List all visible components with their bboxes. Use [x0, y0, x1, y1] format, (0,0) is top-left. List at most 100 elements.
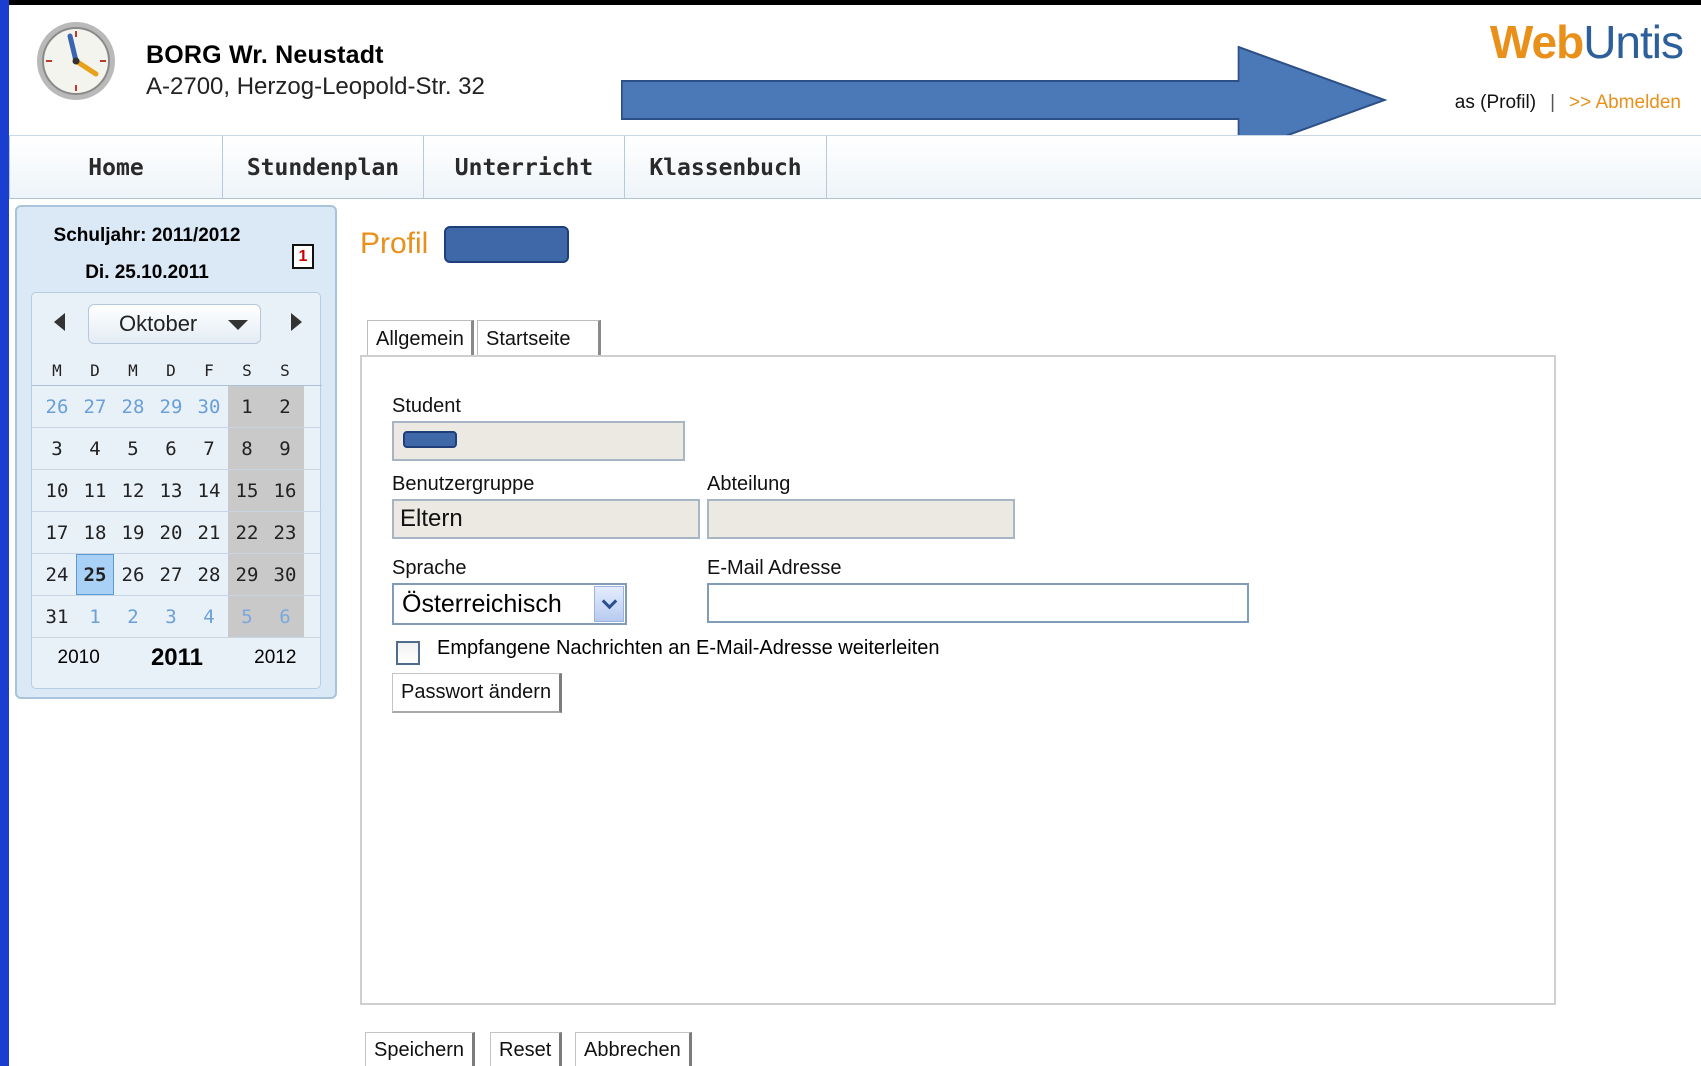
calendar-day[interactable]: 6 [152, 428, 190, 469]
calendar-day[interactable]: 23 [266, 512, 304, 553]
calendar-week-row: 26 27 28 29 30 1 2 [32, 386, 322, 428]
calendar-day[interactable]: 21 [190, 512, 228, 553]
calendar-day[interactable]: 25 [76, 554, 114, 595]
forward-email-checkbox[interactable] [396, 641, 420, 665]
redacted-student-block [403, 431, 457, 448]
group-field[interactable]: Eltern [392, 499, 700, 539]
month-select[interactable]: Oktober [88, 304, 261, 344]
calendar-day[interactable]: 12 [114, 470, 152, 511]
calendar-day[interactable]: 28 [114, 386, 152, 427]
forward-email-label: Empfangene Nachrichten an E-Mail-Adresse… [437, 637, 940, 659]
calendar-day[interactable]: 7 [190, 428, 228, 469]
main-nav: Home Stundenplan Unterricht Klassenbuch [9, 135, 1701, 199]
clock-logo-icon [37, 22, 115, 100]
month-label: Oktober [119, 311, 198, 336]
calendar-day[interactable]: 20 [152, 512, 190, 553]
calendar-panel: Schuljahr: 2011/2012 Di. 25.10.2011 1 Ok… [15, 205, 337, 699]
nav-stundenplan[interactable]: Stundenplan [223, 136, 424, 199]
webuntis-page: BORG Wr. Neustadt A-2700, Herzog-Leopold… [9, 5, 1701, 1066]
language-label: Sprache [392, 557, 467, 579]
calendar-day[interactable]: 27 [76, 386, 114, 427]
student-label: Student [392, 395, 461, 417]
department-field[interactable] [707, 499, 1015, 539]
calendar-day[interactable]: 10 [38, 470, 76, 511]
calendar-day[interactable]: 18 [76, 512, 114, 553]
nav-home[interactable]: Home [9, 136, 223, 199]
year-prev[interactable]: 2010 [58, 647, 100, 669]
student-field[interactable] [392, 421, 685, 461]
next-month-arrow-icon[interactable] [291, 313, 302, 331]
year-selector: 2010 2011 2012 [32, 635, 322, 680]
weekday-label: S [280, 361, 290, 380]
calendar-day[interactable]: 26 [38, 386, 76, 427]
calendar-day[interactable]: 26 [114, 554, 152, 595]
link-separator: | [1550, 92, 1556, 113]
save-button[interactable]: Speichern [365, 1032, 476, 1066]
calendar-week-row: 10 11 12 13 14 15 16 [32, 470, 322, 512]
calendar-day[interactable]: 4 [76, 428, 114, 469]
calendar-day[interactable]: 31 [38, 596, 76, 637]
prev-month-arrow-icon[interactable] [54, 313, 65, 331]
weekday-label: S [242, 361, 252, 380]
calendar-day[interactable]: 3 [38, 428, 76, 469]
cancel-button[interactable]: Abbrechen [575, 1032, 692, 1066]
weekday-header-row: MDMDFSS [32, 356, 322, 386]
calendar-day[interactable]: 1 [76, 596, 114, 637]
calendar-day[interactable]: 29 [152, 386, 190, 427]
calendar-day[interactable]: 17 [38, 512, 76, 553]
calendar-day[interactable]: 15 [228, 470, 266, 511]
tab-startseite[interactable]: Startseite [477, 320, 601, 358]
calendar-day[interactable]: 3 [152, 596, 190, 637]
calendar-day[interactable]: 5 [114, 428, 152, 469]
redacted-name-block [444, 226, 569, 263]
calendar-day[interactable]: 8 [228, 428, 266, 469]
calendar-day[interactable]: 9 [266, 428, 304, 469]
calendar-day[interactable]: 16 [266, 470, 304, 511]
email-field[interactable] [707, 583, 1249, 623]
calendar-day[interactable]: 28 [190, 554, 228, 595]
calendar-day[interactable]: 2 [114, 596, 152, 637]
language-value: Österreichisch [402, 589, 562, 618]
calendar-day[interactable]: 5 [228, 596, 266, 637]
language-select[interactable]: Österreichisch [392, 583, 627, 625]
year-next[interactable]: 2012 [254, 647, 296, 669]
brand-web: Web [1489, 16, 1584, 68]
calendar-day[interactable]: 27 [152, 554, 190, 595]
logout-link[interactable]: >> Abmelden [1569, 92, 1681, 114]
nav-unterricht[interactable]: Unterricht [424, 136, 625, 199]
school-name: BORG Wr. Neustadt [146, 41, 384, 69]
current-date: Di. 25.10.2011 [85, 262, 209, 283]
calendar-day[interactable]: 13 [152, 470, 190, 511]
calendar-day[interactable]: 2 [266, 386, 304, 427]
calendar-week-row: 31 1 2 3 4 5 6 [32, 596, 322, 638]
brand-untis: Untis [1583, 16, 1684, 68]
calendar-day[interactable]: 29 [228, 554, 266, 595]
calendar-day[interactable]: 30 [266, 554, 304, 595]
calendar-day[interactable]: 14 [190, 470, 228, 511]
profile-link[interactable]: as (Profil) [1455, 92, 1536, 114]
calendar-day[interactable]: 22 [228, 512, 266, 553]
year-current[interactable]: 2011 [151, 644, 203, 672]
calendar-week-row: 3456789 [32, 428, 322, 470]
calendar-day[interactable]: 1 [228, 386, 266, 427]
school-address: A-2700, Herzog-Leopold-Str. 32 [146, 73, 485, 100]
weekday-label: M [52, 361, 62, 380]
page-title: Profil [360, 227, 429, 260]
calendar-day[interactable]: 30 [190, 386, 228, 427]
dropdown-button[interactable] [594, 586, 624, 622]
calendar-day[interactable]: 11 [76, 470, 114, 511]
today-calendar-icon[interactable]: 1 [292, 244, 314, 269]
calendar-day[interactable]: 24 [38, 554, 76, 595]
nav-klassenbuch[interactable]: Klassenbuch [625, 136, 827, 199]
change-password-button[interactable]: Passwort ändern [392, 673, 563, 713]
chevron-down-icon [601, 593, 617, 610]
reset-button[interactable]: Reset [490, 1032, 563, 1066]
calendar-day[interactable]: 4 [190, 596, 228, 637]
department-label: Abteilung [707, 473, 791, 495]
weekday-label: D [90, 361, 100, 380]
tab-allgemein[interactable]: Allgemein [367, 320, 474, 358]
chevron-down-icon [228, 320, 248, 330]
calendar-day[interactable]: 19 [114, 512, 152, 553]
calendar-day[interactable]: 6 [266, 596, 304, 637]
weekday-label: M [128, 361, 138, 380]
